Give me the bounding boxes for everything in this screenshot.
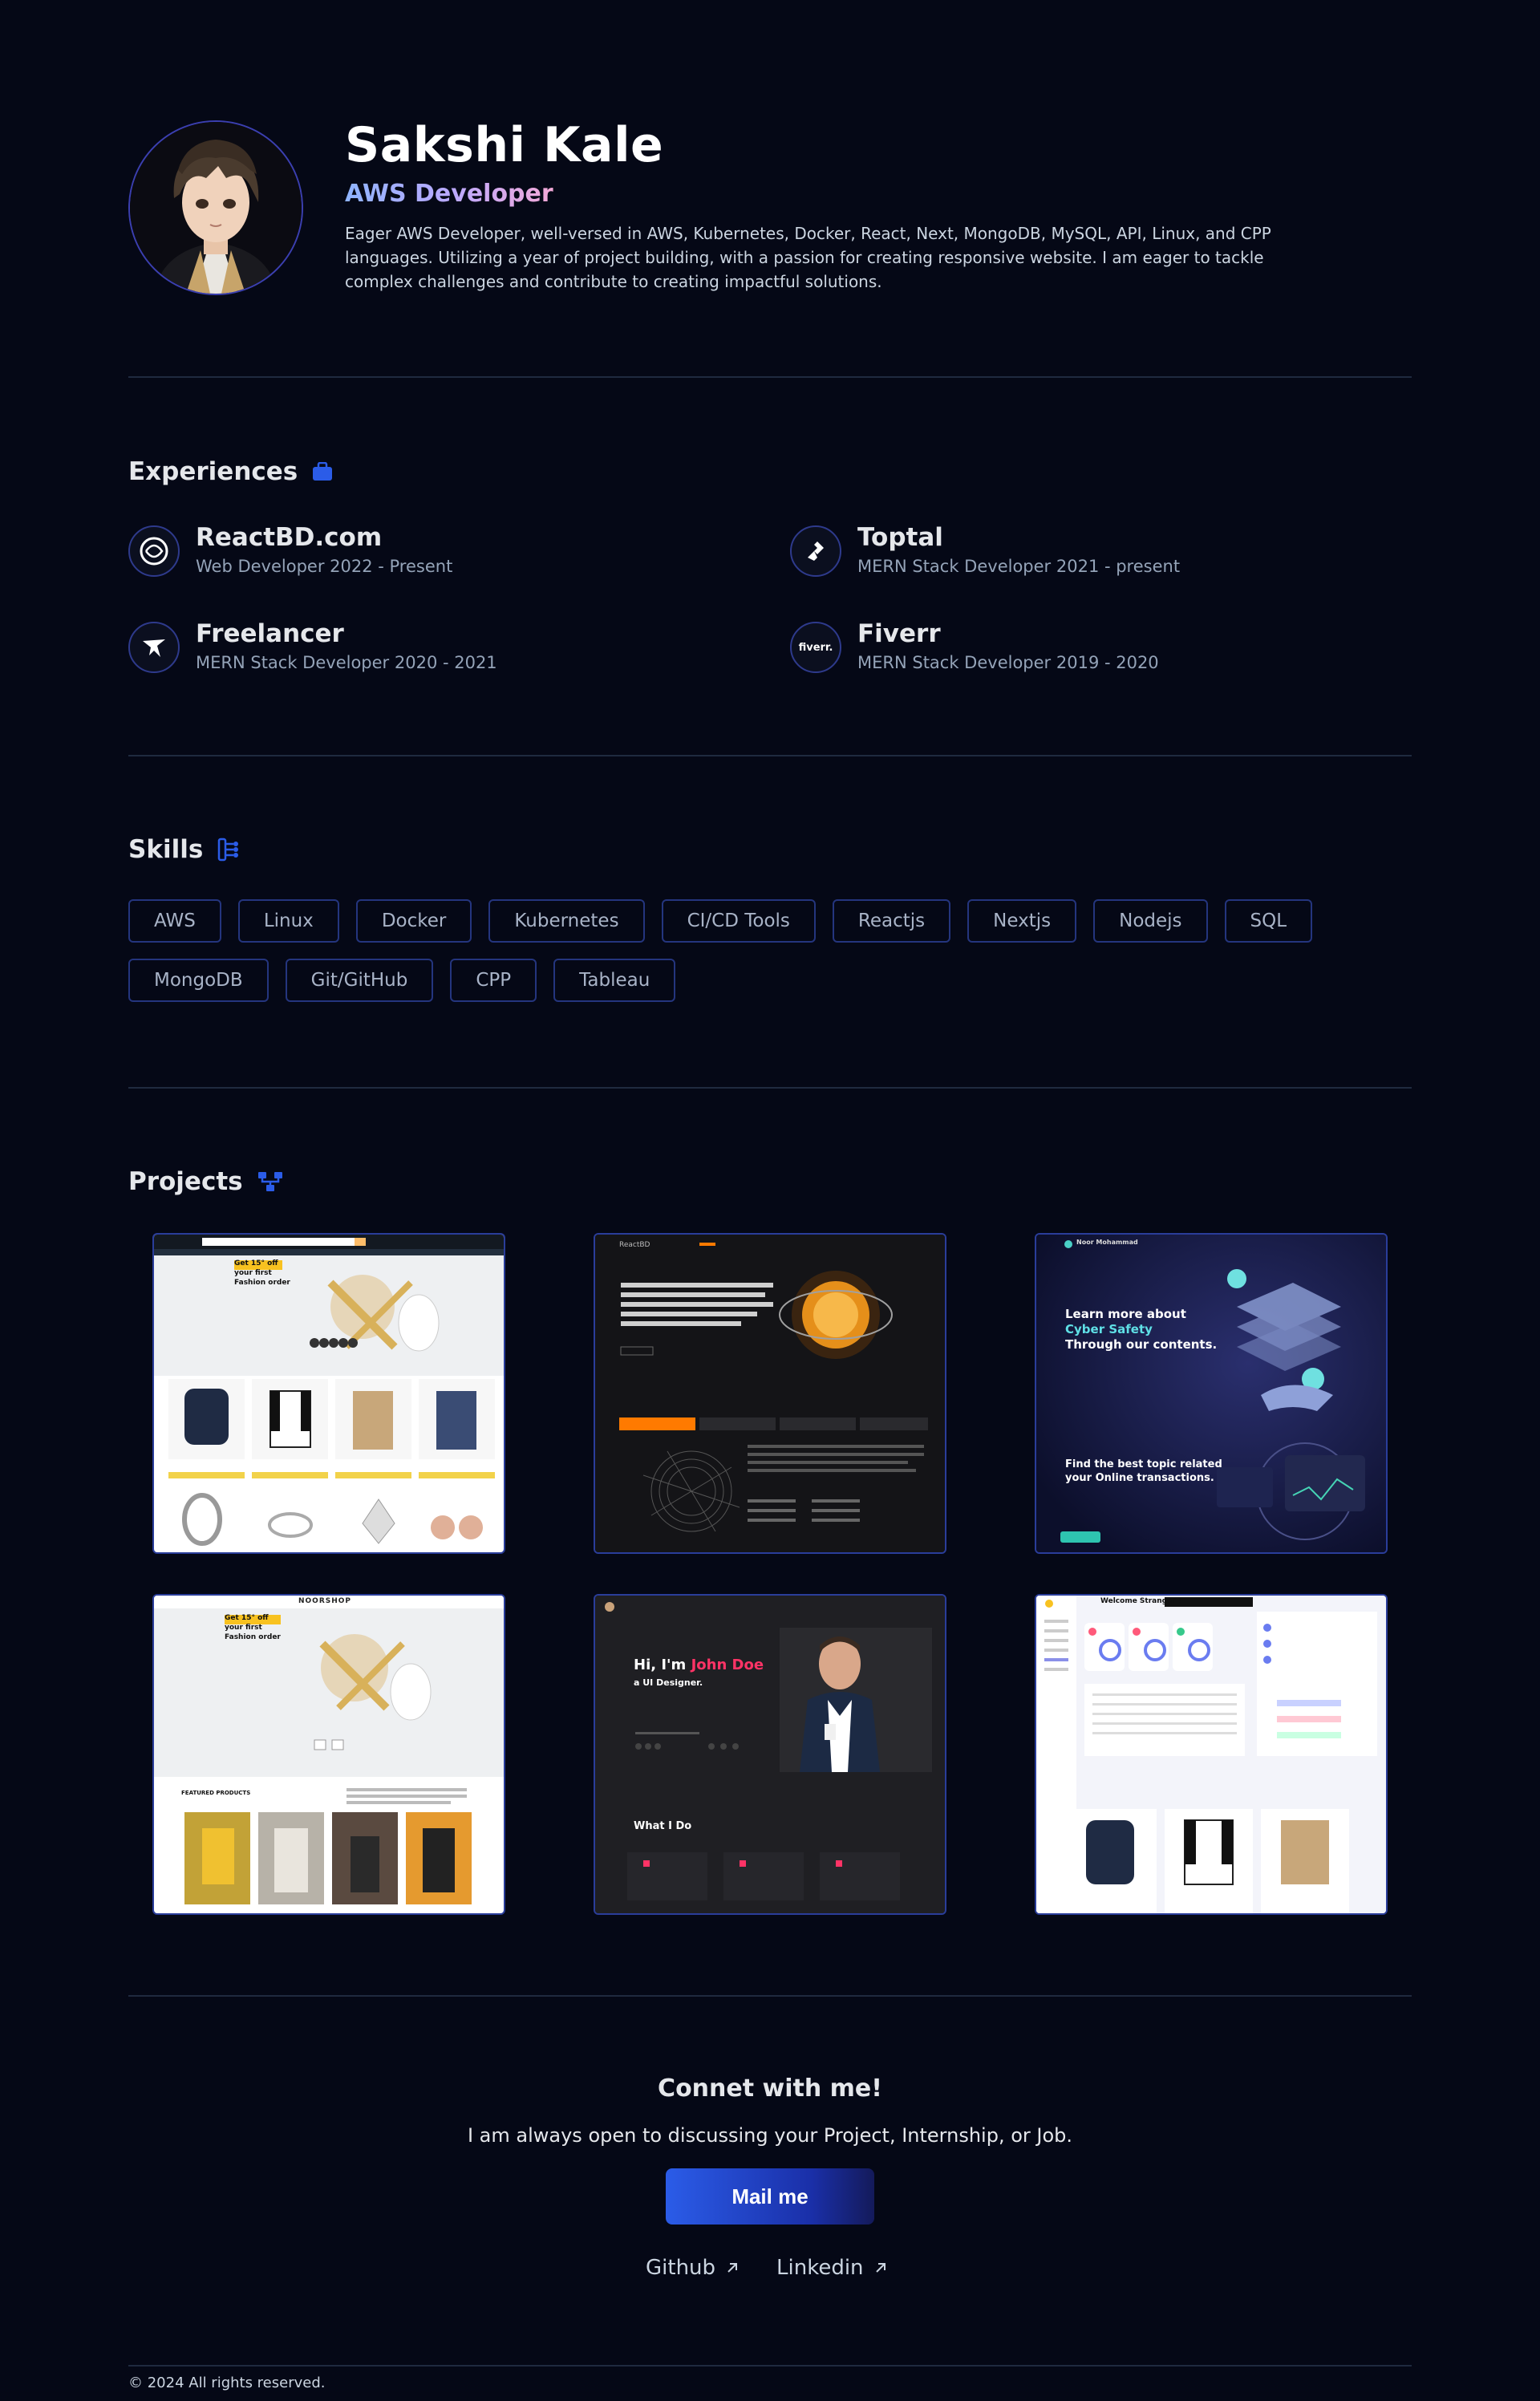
project-card-amazon-clone[interactable]: Get 15° off your first Fashion order xyxy=(152,1233,505,1554)
briefcase-icon xyxy=(313,462,333,481)
preview-greeting: Hi, I'm xyxy=(634,1657,687,1673)
divider xyxy=(128,1087,1412,1089)
github-link[interactable]: Github xyxy=(646,2256,740,2280)
promo-headline: Get 15° off xyxy=(234,1259,278,1267)
preview-headline: Learn more about xyxy=(1065,1307,1186,1321)
project-preview xyxy=(1036,1596,1386,1913)
profile-role: AWS Developer xyxy=(345,180,553,208)
preview-section-title: What I Do xyxy=(634,1820,692,1832)
experience-company: Fiverr xyxy=(857,619,941,648)
promo-line: Fashion order xyxy=(225,1633,281,1641)
projects-heading: Projects xyxy=(128,1167,283,1196)
fiverr-logo-text: fiverr. xyxy=(798,641,833,654)
arrow-up-right-icon xyxy=(727,2263,738,2273)
network-tree-icon xyxy=(218,838,239,862)
experience-role: MERN Stack Developer 2020 - 2021 xyxy=(196,653,497,672)
skill-tag: Kubernetes xyxy=(488,899,645,943)
toptal-logo-icon xyxy=(790,525,841,577)
divider xyxy=(128,2365,1412,2367)
skill-tag: MongoDB xyxy=(128,959,269,1002)
skill-tag: CI/CD Tools xyxy=(661,899,816,943)
linkedin-link[interactable]: Linkedin xyxy=(776,2256,888,2280)
projects-title: Projects xyxy=(128,1167,243,1196)
project-logo: ReactBD xyxy=(619,1241,650,1249)
project-preview xyxy=(595,1235,945,1552)
promo-headline: Get 15° off xyxy=(225,1614,269,1622)
preview-name: John Doe xyxy=(691,1657,764,1673)
preview-subhead: Find the best topic related xyxy=(1065,1458,1222,1470)
project-preview xyxy=(595,1596,945,1913)
divider xyxy=(128,1995,1412,1997)
profile-name: Sakshi Kale xyxy=(345,117,664,173)
skills-title: Skills xyxy=(128,835,204,864)
profile-avatar xyxy=(128,120,303,295)
linkedin-label: Linkedin xyxy=(776,2256,864,2280)
skill-tag: Nodejs xyxy=(1093,899,1208,943)
project-card-noorshop[interactable]: NOORSHOP Get 15° off your first Fashion … xyxy=(152,1594,505,1915)
skills-list: AWS Linux Docker Kubernetes CI/CD Tools … xyxy=(128,899,1412,1002)
experience-item: Toptal MERN Stack Developer 2021 - prese… xyxy=(790,522,1180,578)
footer-copyright: © 2024 All rights reserved. xyxy=(128,2375,326,2391)
project-logo: Noor Mohammad xyxy=(1076,1239,1138,1246)
skills-heading: Skills xyxy=(128,835,240,864)
experience-role: Web Developer 2022 - Present xyxy=(196,557,453,576)
experiences-heading: Experiences xyxy=(128,457,333,486)
preview-subhead: your Online transactions. xyxy=(1065,1472,1214,1484)
skill-tag: Git/GitHub xyxy=(285,959,434,1002)
preview-role: a UI Designer. xyxy=(634,1677,703,1688)
hierarchy-icon xyxy=(257,1172,282,1191)
arrow-up-right-icon xyxy=(875,2263,886,2273)
experience-role: MERN Stack Developer 2021 - present xyxy=(857,557,1181,576)
project-card-john-doe-portfolio[interactable]: Hi, I'm John Doe a UI Designer. What I D… xyxy=(594,1594,946,1915)
divider xyxy=(128,376,1412,378)
preview-headline-accent: Cyber Safety xyxy=(1065,1322,1153,1336)
reactbd-logo-icon xyxy=(128,525,180,577)
skill-tag: Linux xyxy=(237,899,339,943)
preview-headline: Through our contents. xyxy=(1065,1337,1218,1352)
connect-subtitle: I am always open to discussing your Proj… xyxy=(467,2124,1073,2147)
project-card-cyber-safety[interactable]: Noor Mohammad Learn more about Cyber Saf… xyxy=(1035,1233,1388,1554)
avatar-illustration xyxy=(130,122,302,294)
experiences-title: Experiences xyxy=(128,457,298,486)
promo-line: your first xyxy=(234,1269,272,1277)
promo-line: your first xyxy=(225,1624,262,1632)
divider xyxy=(128,755,1412,756)
experience-role: MERN Stack Developer 2019 - 2020 xyxy=(857,653,1159,672)
skill-tag: Nextjs xyxy=(967,899,1077,943)
skill-tag: Tableau xyxy=(553,959,676,1002)
featured-products-label: FEATURED PRODUCTS xyxy=(181,1790,251,1796)
project-logo: NOORSHOP xyxy=(298,1597,352,1605)
skill-tag: SQL xyxy=(1224,899,1313,943)
freelancer-logo-icon xyxy=(128,622,180,673)
experience-item: Freelancer MERN Stack Developer 2020 - 2… xyxy=(128,619,497,675)
experience-item: fiverr. Fiverr MERN Stack Developer 2019… xyxy=(790,619,1159,675)
promo-line: Fashion order xyxy=(234,1279,290,1287)
experience-company: Toptal xyxy=(857,523,943,552)
github-label: Github xyxy=(646,2256,716,2280)
project-preview xyxy=(154,1596,504,1904)
profile-bio: Eager AWS Developer, well-versed in AWS,… xyxy=(345,224,1271,291)
skill-tag: Docker xyxy=(355,899,472,943)
fiverr-logo-icon: fiverr. xyxy=(790,622,841,673)
dashboard-welcome: Welcome Stranger ! xyxy=(1100,1597,1181,1605)
experience-item: ReactBD.com Web Developer 2022 - Present xyxy=(128,522,452,578)
project-card-dashboard[interactable]: Welcome Stranger ! xyxy=(1035,1594,1388,1915)
connect-title: Connet with me! xyxy=(658,2075,882,2103)
project-card-reactbd[interactable]: ReactBD xyxy=(594,1233,946,1554)
skill-tag: AWS xyxy=(128,899,221,943)
skill-tag: Reactjs xyxy=(832,899,951,943)
project-preview xyxy=(154,1235,504,1546)
project-preview xyxy=(1036,1235,1386,1552)
mail-me-button[interactable]: Mail me xyxy=(666,2168,874,2225)
experience-company: ReactBD.com xyxy=(196,523,383,552)
experience-company: Freelancer xyxy=(196,619,344,648)
skill-tag: CPP xyxy=(450,959,537,1002)
